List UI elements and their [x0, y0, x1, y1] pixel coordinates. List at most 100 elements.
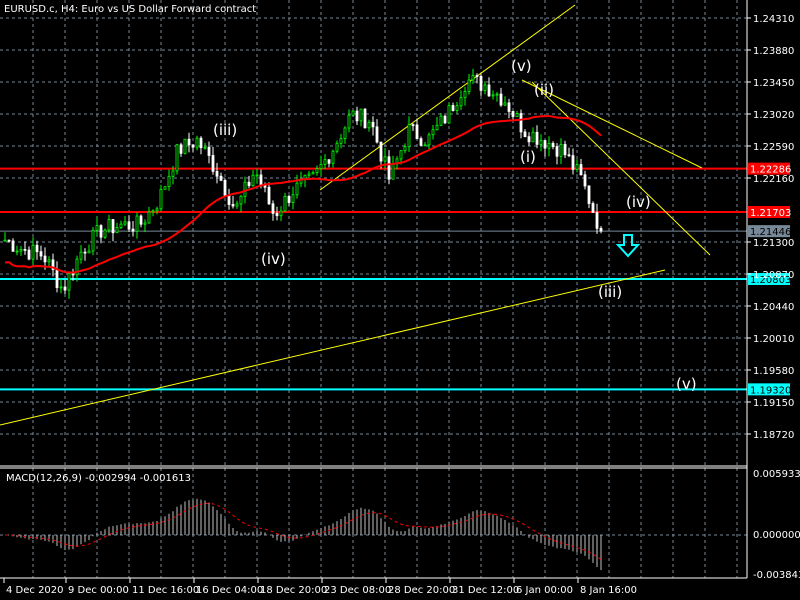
candle-body — [87, 250, 91, 254]
candle-body — [447, 105, 451, 124]
candle-body — [511, 111, 515, 117]
candle-body — [567, 154, 571, 157]
candle-body — [427, 134, 431, 146]
candle-body — [539, 140, 543, 145]
candle-body — [107, 219, 111, 231]
candle-body — [175, 144, 179, 172]
candle-body — [591, 203, 595, 213]
candle-body — [223, 179, 227, 196]
candle-body — [439, 115, 443, 126]
wave-label: (iii) — [598, 283, 622, 301]
candle-body — [419, 138, 423, 146]
wave-label: (v) — [511, 57, 532, 75]
candle-body — [423, 144, 427, 147]
candle-body — [403, 146, 407, 152]
candle-body — [407, 124, 411, 148]
candle-body — [339, 138, 343, 144]
wave-labels: (iii) (iv) (v) (ii) (i) (iv) (iii) (v) — [213, 57, 697, 393]
candle-body — [523, 131, 527, 138]
candle-body — [443, 115, 447, 124]
candle-body — [571, 155, 575, 170]
candle-body — [463, 91, 467, 99]
candle-body — [99, 225, 103, 238]
wave-label: (iii) — [213, 121, 237, 139]
candle-body — [291, 194, 295, 203]
price-level-label: 1.21703 — [750, 208, 791, 219]
candle-body — [555, 146, 559, 157]
candle-body — [255, 174, 259, 177]
candle-body — [71, 273, 75, 276]
candle-body — [475, 75, 479, 77]
candle-body — [391, 163, 395, 180]
candle-body — [367, 121, 371, 129]
time-axis-label: 16 Dec 04:00 — [196, 585, 263, 596]
time-axis-label: 18 Dec 20:00 — [260, 585, 327, 596]
wave-label: (iv) — [626, 193, 651, 211]
candle-body — [467, 79, 471, 92]
candle-body — [327, 159, 331, 164]
candle-body — [471, 75, 475, 81]
candle-body — [155, 208, 159, 212]
candle-body — [195, 137, 199, 148]
price-level-label: 1.19320 — [750, 385, 791, 396]
candle-body — [335, 142, 339, 152]
candle-body — [231, 204, 235, 207]
price-axis-label: 1.24310 — [753, 14, 794, 25]
chart-title: EURUSD.c, H4: Euro vs US Dollar Forward … — [4, 4, 256, 15]
candle-body — [579, 164, 583, 176]
candle-body — [203, 146, 207, 149]
candle-body — [543, 140, 547, 149]
candle-body — [515, 113, 519, 117]
candle-body — [575, 164, 579, 170]
candle-body — [559, 144, 563, 157]
time-axis-label: 11 Dec 16:00 — [132, 585, 199, 596]
candle-body — [171, 170, 175, 177]
candle-body — [167, 175, 171, 188]
candle-body — [215, 170, 219, 177]
time-axis-label: 9 Dec 00:00 — [68, 585, 129, 596]
candle-body — [495, 93, 499, 96]
macd-label: MACD(12,26,9) -0.002994 -0.001613 — [6, 473, 191, 484]
candle-body — [271, 203, 275, 214]
price-axis-label: 1.22160 — [753, 174, 794, 185]
price-axis-label: 1.18720 — [753, 430, 794, 441]
candle-body — [503, 102, 507, 106]
trading-chart[interactable]: 1.22286 1.21703 1.21446 1.20803 1.19320 (iii… — [0, 0, 800, 600]
candle-body — [7, 239, 11, 242]
candle-body — [31, 244, 35, 260]
candle-body — [411, 124, 415, 127]
candle-body — [131, 228, 135, 232]
candle-body — [207, 146, 211, 156]
candle-body — [315, 168, 319, 174]
candle-body — [147, 211, 151, 224]
price-axis-label: 1.22590 — [753, 142, 794, 153]
candle-body — [15, 250, 19, 253]
candle-body — [247, 181, 251, 187]
down-arrow-icon — [615, 234, 641, 258]
time-axis-label: 4 Dec 2020 — [6, 585, 64, 596]
candle-body — [527, 136, 531, 143]
candle-body — [379, 141, 383, 162]
time-axis-label: 28 Dec 20:00 — [388, 585, 455, 596]
macd-axis-label: -0.003843 — [753, 570, 800, 581]
candle-body — [295, 182, 299, 196]
candle-body — [479, 75, 483, 91]
chart-canvas[interactable]: 1.222861.217031.214461.208031.19320 (iii… — [0, 0, 800, 600]
candle-body — [359, 108, 363, 122]
candle-body — [283, 195, 287, 212]
macd-histogram — [8, 498, 602, 571]
candle-body — [79, 251, 83, 260]
candle-body — [115, 227, 119, 234]
macd-signal-line — [4, 502, 602, 560]
candle-body — [459, 97, 463, 107]
candle-body — [55, 269, 59, 288]
candle-body — [587, 185, 591, 204]
candle-body — [287, 195, 291, 203]
candle-body — [375, 126, 379, 143]
candle-body — [483, 84, 487, 91]
candle-body — [103, 229, 107, 238]
candle-body — [311, 172, 315, 175]
time-axis-label: 6 Jan 00:00 — [516, 585, 573, 596]
moving-average-line — [4, 115, 602, 274]
time-axis-label: 23 Dec 08:00 — [324, 585, 391, 596]
